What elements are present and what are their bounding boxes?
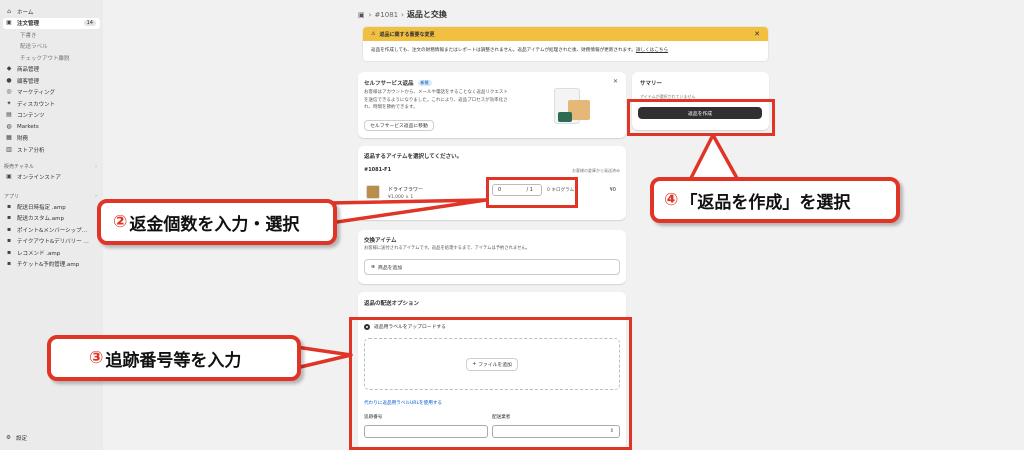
annotation-step-2: ② 返金個数を入力・選択: [97, 199, 337, 245]
annotation-step-3: ③ 追跡番号等を入力: [47, 335, 301, 381]
annotation-step-4: ④ 「返品を作成」を選択: [650, 177, 900, 223]
